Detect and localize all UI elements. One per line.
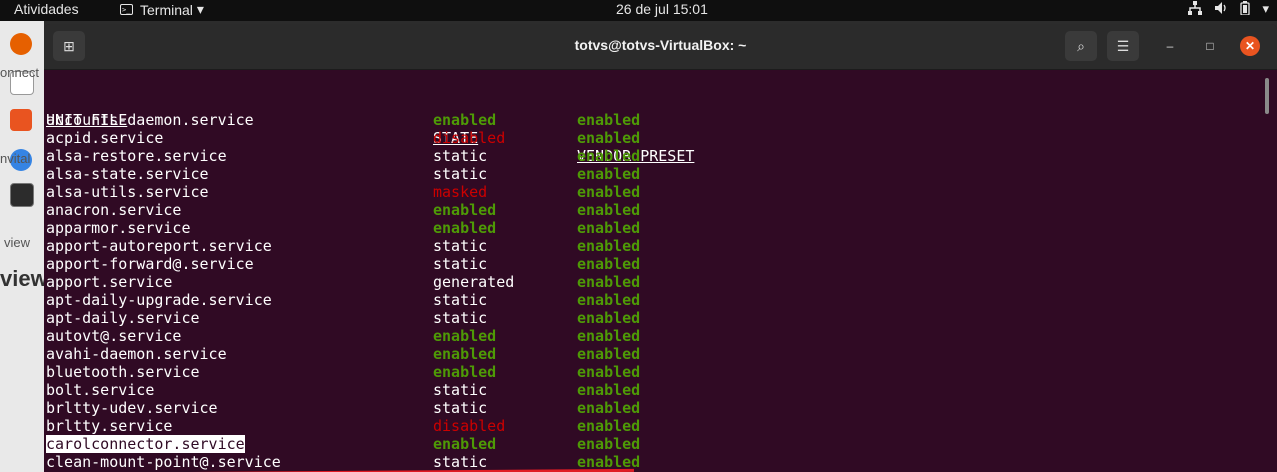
unit-file-cell: apport-forward@.service	[46, 255, 254, 273]
vendor-preset-cell: enabled	[577, 417, 641, 435]
background-text: view	[0, 266, 48, 291]
vendor-preset-cell: enabled	[577, 165, 641, 183]
vendor-preset-cell: enabled	[577, 183, 641, 201]
unit-file-cell: bluetooth.service	[46, 363, 200, 381]
state-cell: disabled	[433, 417, 506, 435]
unit-file-cell: accounts-daemon.service	[46, 111, 254, 129]
state-cell: static	[433, 309, 488, 327]
minimize-icon: –	[1166, 39, 1174, 53]
vendor-preset-cell: enabled	[577, 111, 641, 129]
unit-file-cell: clean-mount-point@.service	[46, 453, 281, 471]
state-cell: enabled	[433, 435, 497, 453]
chevron-down-icon: ▾	[196, 1, 204, 17]
app-name: Terminal	[140, 1, 193, 18]
state-cell: enabled	[433, 201, 497, 219]
state-cell: static	[433, 255, 488, 273]
background-text: nvital	[0, 151, 31, 166]
state-cell: enabled	[433, 327, 497, 345]
vendor-preset-cell: enabled	[577, 237, 641, 255]
state-cell: static	[433, 165, 488, 183]
firefox-icon[interactable]	[10, 33, 32, 55]
unit-file-cell: autovt@.service	[46, 327, 182, 345]
unit-file-cell: apparmor.service	[46, 219, 191, 237]
terminal-window: ⊞ totvs@totvs-VirtualBox: ~ ⌕ ☰ – □ ✕ UN…	[44, 24, 1277, 472]
vendor-preset-cell: enabled	[577, 309, 641, 327]
terminal-dock-icon[interactable]	[10, 183, 34, 207]
top-bar: Atividades >_ Terminal ▾ 26 de jul 15:01…	[0, 0, 1277, 21]
app-menu[interactable]: >_ Terminal ▾	[120, 1, 204, 18]
dock: onnect nvital view view	[0, 21, 48, 472]
unit-file-cell: acpid.service	[46, 129, 164, 147]
unit-file-cell: alsa-state.service	[46, 165, 209, 183]
background-text: view	[4, 235, 31, 250]
state-cell: static	[433, 453, 488, 471]
vendor-preset-cell: enabled	[577, 255, 641, 273]
software-icon[interactable]	[10, 109, 32, 131]
unit-file-cell: alsa-restore.service	[46, 147, 227, 165]
state-cell: masked	[433, 183, 488, 201]
vendor-preset-cell: enabled	[577, 129, 641, 147]
unit-file-cell: apt-daily-upgrade.service	[46, 291, 272, 309]
state-cell: static	[433, 291, 488, 309]
unit-file-cell: apport.service	[46, 273, 173, 291]
maximize-button[interactable]: □	[1200, 36, 1220, 56]
scrollbar[interactable]	[1265, 78, 1269, 114]
network-icon	[1188, 1, 1203, 18]
battery-icon	[1240, 1, 1251, 18]
vendor-preset-cell: enabled	[577, 435, 641, 453]
hamburger-menu-icon: ☰	[1116, 37, 1130, 54]
unit-file-cell: alsa-utils.service	[46, 183, 209, 201]
state-cell: enabled	[433, 111, 497, 129]
unit-file-cell: carolconnector.service	[46, 435, 245, 453]
vendor-preset-cell: enabled	[577, 381, 641, 399]
vendor-preset-cell: enabled	[577, 201, 641, 219]
unit-file-cell: apport-autoreport.service	[46, 237, 272, 255]
unit-file-cell: brltty-udev.service	[46, 399, 218, 417]
system-status-area[interactable]: ▾	[1188, 1, 1269, 18]
close-icon: ✕	[1244, 39, 1256, 53]
state-cell: enabled	[433, 363, 497, 381]
minimize-button[interactable]: –	[1160, 36, 1180, 56]
unit-file-cell: brltty.service	[46, 417, 173, 435]
state-cell: disabled	[433, 129, 506, 147]
unit-file-cell: bolt.service	[46, 381, 155, 399]
table-header: UNIT FILE STATE VENDOR PRESET	[46, 93, 694, 165]
state-cell: static	[433, 399, 488, 417]
clock[interactable]: 26 de jul 15:01	[616, 1, 708, 17]
terminal-output[interactable]: UNIT FILE STATE VENDOR PRESET accounts-d…	[44, 70, 1277, 472]
vendor-preset-cell: enabled	[577, 273, 641, 291]
state-cell: enabled	[433, 345, 497, 363]
unit-file-cell: avahi-daemon.service	[46, 345, 227, 363]
state-cell: static	[433, 381, 488, 399]
vendor-preset-cell: enabled	[577, 327, 641, 345]
terminal-icon: >_	[120, 4, 133, 15]
header-bar: ⊞ totvs@totvs-VirtualBox: ~ ⌕ ☰ – □ ✕	[44, 24, 1277, 70]
close-button[interactable]: ✕	[1240, 36, 1260, 56]
chevron-down-icon: ▾	[1262, 1, 1269, 16]
volume-icon	[1214, 1, 1228, 18]
state-cell: static	[433, 147, 488, 165]
state-cell: static	[433, 237, 488, 255]
vendor-preset-cell: enabled	[577, 363, 641, 381]
vendor-preset-cell: enabled	[577, 291, 641, 309]
vendor-preset-cell: enabled	[577, 147, 641, 165]
unit-file-cell: apt-daily.service	[46, 309, 200, 327]
vendor-preset-cell: enabled	[577, 399, 641, 417]
search-icon: ⌕	[1077, 37, 1085, 54]
unit-file-cell: anacron.service	[46, 201, 182, 219]
state-cell: enabled	[433, 219, 497, 237]
state-cell: generated	[433, 273, 515, 291]
vendor-preset-cell: enabled	[577, 345, 641, 363]
vendor-preset-cell: enabled	[577, 219, 641, 237]
menu-button[interactable]: ☰	[1107, 31, 1139, 61]
search-button[interactable]: ⌕	[1065, 31, 1097, 61]
activities-button[interactable]: Atividades	[14, 1, 79, 17]
maximize-icon: □	[1206, 39, 1214, 53]
background-text: onnect	[0, 65, 40, 80]
